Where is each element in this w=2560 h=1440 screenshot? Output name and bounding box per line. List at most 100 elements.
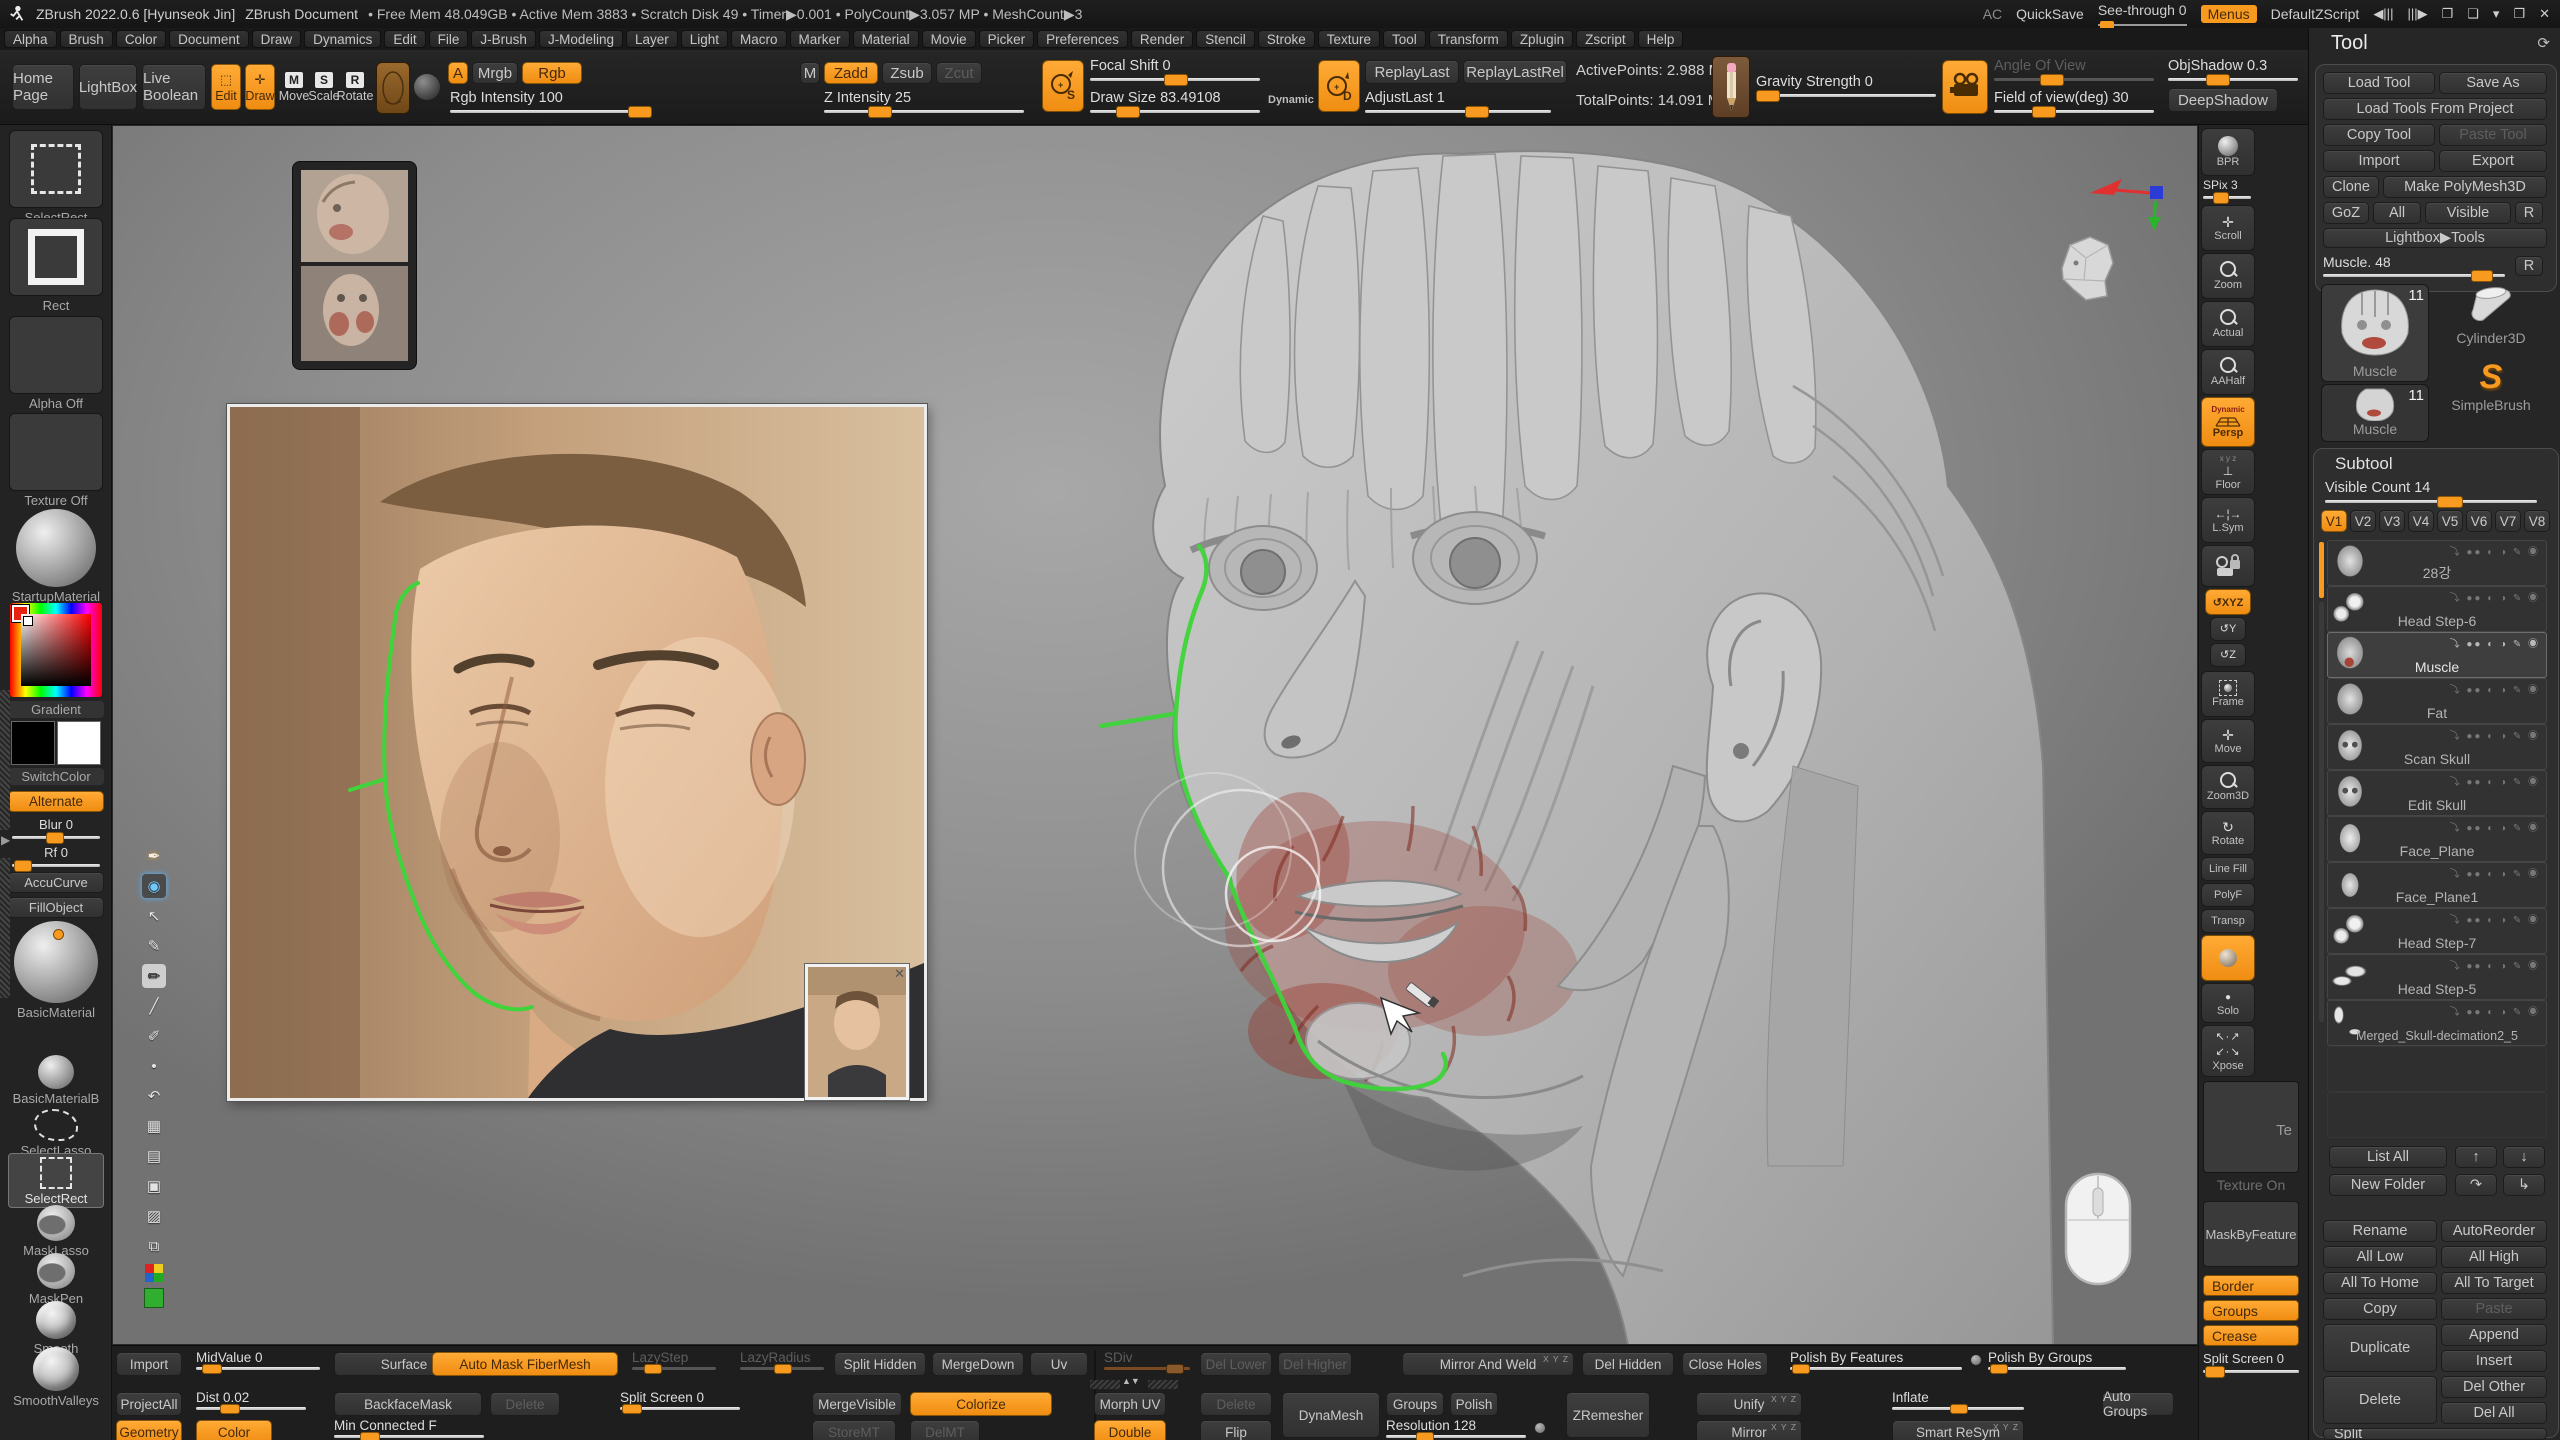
storemt-button[interactable]: StoreMT bbox=[812, 1420, 896, 1440]
copy-doc-icon[interactable]: ❐ bbox=[2442, 6, 2454, 22]
angle-of-view-slider[interactable]: Angle Of View bbox=[1994, 58, 2154, 81]
flip-button[interactable]: Flip bbox=[1200, 1420, 1272, 1440]
goz-button[interactable]: GoZ bbox=[2323, 202, 2369, 224]
rotate-button[interactable]: RRotate bbox=[340, 64, 370, 110]
gradient-button[interactable]: Gradient bbox=[8, 701, 104, 718]
edit-button[interactable]: ⬚ Edit bbox=[211, 64, 241, 110]
frame-button[interactable]: Frame bbox=[2201, 671, 2255, 717]
tray-scroll-hatch[interactable] bbox=[1090, 1380, 1120, 1389]
copy-tool-button[interactable]: Copy Tool bbox=[2323, 124, 2435, 146]
z-intensity-slider[interactable]: Z Intensity 25 bbox=[824, 90, 1024, 113]
zsub-button[interactable]: Zsub bbox=[882, 62, 932, 84]
subtool-row[interactable]: ⤵ ●● ◐ ◑ ✎ ◉ Scan Skull bbox=[2327, 724, 2547, 770]
all-to-target-button[interactable]: All To Target bbox=[2441, 1272, 2547, 1294]
menu-item[interactable]: Macro bbox=[731, 30, 787, 48]
adjust-last-slider[interactable]: AdjustLast 1 bbox=[1365, 90, 1551, 113]
z-rotation-button[interactable]: ↺Z bbox=[2210, 643, 2246, 667]
shelf-stroke-selectrect[interactable]: SelectRect bbox=[8, 130, 104, 225]
mode-a-button[interactable]: A bbox=[448, 62, 468, 84]
xyz-rotation-button[interactable]: ↺XYZ bbox=[2205, 589, 2251, 615]
menu-item[interactable]: Edit bbox=[384, 30, 425, 48]
insert-button[interactable]: Insert bbox=[2441, 1350, 2547, 1372]
color-picker[interactable] bbox=[10, 603, 102, 697]
menu-item[interactable]: Transform bbox=[1429, 30, 1508, 48]
shelf-texture-off[interactable]: Texture Off bbox=[8, 413, 104, 508]
menu-item[interactable]: Draw bbox=[252, 30, 302, 48]
subtool-row[interactable]: ⤵ ●● ◐ ◑ ✎ ◉ Head Step-7 bbox=[2327, 908, 2547, 954]
subtool-tab-v6[interactable]: V6 bbox=[2466, 510, 2492, 532]
subtool-row[interactable]: ⤵ ●● ◐ ◑ ✎ ◉ 28강 bbox=[2327, 540, 2547, 586]
home-page-button[interactable]: Home Page bbox=[12, 64, 74, 110]
subtool-tab-v4[interactable]: V4 bbox=[2408, 510, 2434, 532]
texture-on-label[interactable]: Texture On bbox=[2203, 1177, 2299, 1193]
recent-tool-thumbnail[interactable]: 11 Muscle bbox=[2321, 384, 2429, 442]
menu-item[interactable]: Layer bbox=[626, 30, 678, 48]
document-canvas[interactable]: ✕ ✒ ◉ ↖ ✎ ✏ bbox=[112, 125, 2198, 1345]
subtool-tab-v7[interactable]: V7 bbox=[2495, 510, 2521, 532]
default-zscript-button[interactable]: DefaultZScript bbox=[2271, 6, 2360, 22]
restore-button[interactable]: ❐ bbox=[2513, 6, 2525, 22]
move-up-button[interactable]: ↑ bbox=[2455, 1146, 2497, 1168]
gravity-pencil-widget[interactable] bbox=[1712, 56, 1750, 118]
printer-icon[interactable]: ▤ bbox=[142, 1144, 166, 1168]
subtool-row[interactable]: ⤵ ●● ◐ ◑ ✎ ◉ Head Step-6 bbox=[2327, 586, 2547, 632]
split-button[interactable]: Split bbox=[2323, 1428, 2547, 1440]
tray-scroll-arrows[interactable]: ▲▼ bbox=[1122, 1376, 1140, 1386]
duplicate-button[interactable]: Duplicate bbox=[2323, 1324, 2437, 1372]
image-icon[interactable]: ▣ bbox=[142, 1174, 166, 1198]
bpr-button[interactable]: BPR bbox=[2201, 128, 2255, 176]
backfacemask-button[interactable]: BackfaceMask bbox=[334, 1392, 482, 1416]
cursor-tool-icon[interactable]: ↖ bbox=[142, 904, 166, 928]
split-screen-slider[interactable]: Split Screen 0 bbox=[2203, 1351, 2299, 1373]
morph-uv-button[interactable]: Morph UV bbox=[1094, 1392, 1166, 1416]
paste-tool-button[interactable]: Paste Tool bbox=[2439, 124, 2547, 146]
shelf-mask-lasso[interactable]: MaskLasso bbox=[8, 1205, 104, 1258]
actual-button[interactable]: Actual bbox=[2201, 301, 2255, 347]
shelf-basic-material-b[interactable]: BasicMaterialB bbox=[8, 1055, 104, 1106]
shelf-select-lasso[interactable]: SelectLasso bbox=[8, 1107, 104, 1158]
floor-button[interactable]: x y z ⊥ Floor bbox=[2201, 449, 2255, 495]
min-connected-slider[interactable]: Min Connected F bbox=[334, 1418, 484, 1438]
subtool-scrollbar-track[interactable] bbox=[2319, 602, 2324, 1022]
shelf-alpha-off[interactable]: Alpha Off bbox=[8, 316, 104, 411]
nib-tool-icon[interactable]: ✎ bbox=[142, 934, 166, 958]
projectall-button[interactable]: ProjectAll bbox=[116, 1392, 182, 1416]
del-all-button[interactable]: Del All bbox=[2441, 1402, 2547, 1424]
import-button[interactable]: Import bbox=[2323, 150, 2435, 172]
main-color-swatch[interactable] bbox=[11, 721, 55, 765]
refresh-icon[interactable]: ⟳ bbox=[2537, 34, 2550, 52]
del-other-button[interactable]: Del Other bbox=[2441, 1376, 2547, 1398]
spix-slider[interactable]: SPix 3 bbox=[2203, 178, 2251, 199]
current-brush-thumbnail[interactable] bbox=[376, 62, 410, 114]
goz-all-button[interactable]: All bbox=[2373, 202, 2421, 224]
scroll-button[interactable]: ✛ Scroll bbox=[2201, 205, 2255, 251]
replay-brush-icon[interactable]: +D bbox=[1318, 60, 1360, 112]
menu-item[interactable]: Help bbox=[1638, 30, 1684, 48]
simplebrush-tool[interactable]: S SimpleBrush bbox=[2435, 358, 2547, 430]
shelf-scroll-right-icon[interactable]: |||▶ bbox=[2407, 6, 2427, 22]
mergedown-button[interactable]: MergeDown bbox=[932, 1352, 1024, 1376]
obj-shadow-slider[interactable]: ObjShadow 0.3 bbox=[2168, 58, 2298, 81]
lsym-button[interactable]: ←¦→ L.Sym bbox=[2201, 497, 2255, 543]
move-into-button[interactable]: ↳ bbox=[2503, 1174, 2545, 1196]
zremesher-button[interactable]: ZRemesher bbox=[1566, 1392, 1650, 1438]
sdiv-slider[interactable]: SDiv bbox=[1104, 1350, 1190, 1370]
lightbox-button[interactable]: LightBox bbox=[79, 64, 137, 110]
image2-icon[interactable]: ▨ bbox=[142, 1204, 166, 1228]
clone-button[interactable]: Clone bbox=[2323, 176, 2379, 198]
subtool-row-selected[interactable]: ⤵ ●● ◐ ◑ ✎ ◉ Muscle bbox=[2327, 632, 2547, 678]
shelf-stroke-rect[interactable]: Rect bbox=[8, 218, 104, 313]
dynamic-label[interactable]: Dynamic bbox=[1268, 94, 1314, 106]
menu-item[interactable]: J-Modeling bbox=[539, 30, 623, 48]
line-fill-button[interactable]: Line Fill bbox=[2201, 857, 2255, 881]
menu-item[interactable]: Zscript bbox=[1576, 30, 1635, 48]
resolution-slider[interactable]: Resolution 128 bbox=[1386, 1418, 1526, 1438]
live-boolean-button[interactable]: Live Boolean bbox=[142, 64, 206, 110]
camera-head-preview[interactable] bbox=[2048, 230, 2121, 303]
subtool-row-icons[interactable]: ⤵ ●● ◐ ◑ ✎ ◉ bbox=[2450, 543, 2540, 558]
alt-color-swatch[interactable] bbox=[57, 721, 101, 765]
inflate-slider[interactable]: Inflate bbox=[1892, 1390, 2024, 1410]
shelf-select-rect-active[interactable]: SelectRect bbox=[8, 1153, 104, 1208]
rf-slider[interactable]: Rf 0 bbox=[12, 845, 100, 867]
delete-dim2-button[interactable]: Delete bbox=[1200, 1392, 1272, 1416]
